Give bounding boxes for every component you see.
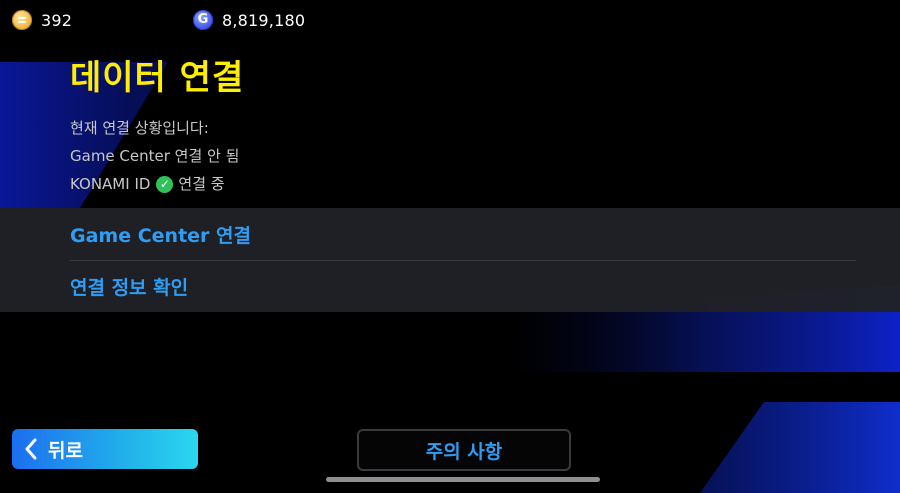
deco-corner-right: [700, 402, 900, 493]
konami-id-label: KONAMI ID: [70, 175, 151, 193]
status-game-center: Game Center 연결 안 됨: [70, 147, 240, 165]
gp-balance: G 8,819,180: [193, 8, 305, 32]
status-intro: 현재 연결 상황입니다:: [70, 119, 209, 137]
notice-button[interactable]: 주의 사항: [357, 429, 571, 471]
connection-status: 현재 연결 상황입니다: Game Center 연결 안 됨 KONAMI I…: [70, 114, 239, 198]
menu-item-game-center-connect[interactable]: Game Center 연결: [70, 208, 856, 261]
coin-icon: [12, 10, 32, 30]
back-button-label: 뒤로: [48, 439, 83, 462]
coin-balance: 392: [12, 8, 72, 32]
home-indicator: [326, 477, 600, 482]
status-konami-id: KONAMI ID ✓ 연결 중: [70, 170, 239, 198]
page-title: 데이터 연결: [70, 58, 245, 98]
check-icon: ✓: [156, 175, 174, 193]
menu-item-view-connection-info[interactable]: 연결 정보 확인: [70, 260, 856, 312]
chevron-left-icon: [25, 438, 37, 460]
konami-id-state: 연결 중: [178, 175, 225, 193]
gp-icon: G: [193, 10, 213, 30]
gp-amount: 8,819,180: [222, 10, 306, 30]
screen: 392 G 8,819,180 데이터 연결 현재 연결 상황입니다: Game…: [0, 0, 900, 493]
coin-amount: 392: [41, 10, 73, 30]
connection-menu: Game Center 연결 연결 정보 확인: [0, 208, 900, 312]
back-button[interactable]: 뒤로: [12, 429, 198, 469]
